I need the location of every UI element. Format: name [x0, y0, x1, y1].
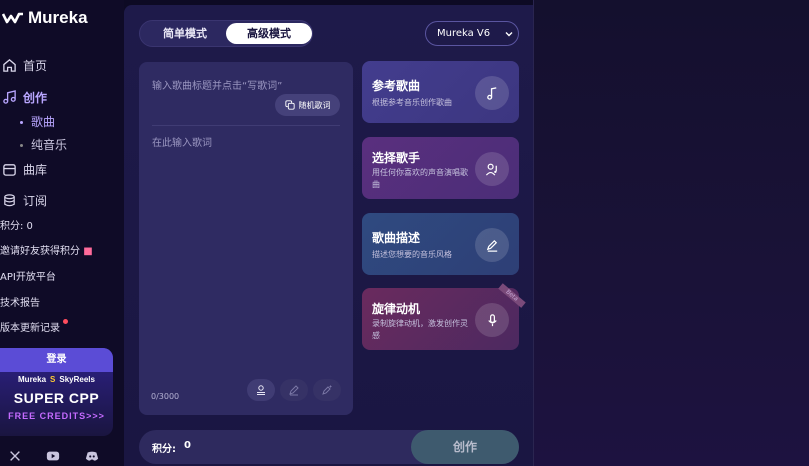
api-platform-link[interactable]: API开放平台 [0, 268, 56, 283]
bullet-icon [20, 144, 23, 147]
nav-library-label: 曲库 [23, 163, 48, 177]
random-lyrics-label: 随机歌词 [298, 100, 331, 110]
home-icon [3, 59, 16, 72]
card-melody-motif[interactable]: Beta 旋律动机 录制旋律动机，激发创作灵感 [362, 283, 526, 350]
nav-create-label: 创作 [23, 91, 48, 105]
mode-toggle: 简单模式 高级模式 [139, 20, 313, 47]
mode-simple-button[interactable]: 简单模式 [142, 23, 228, 44]
youtube-link[interactable] [46, 449, 60, 463]
structure-button[interactable] [247, 379, 275, 401]
card-melody-motif-desc: 录制旋律动机，激发创作灵感 [372, 319, 468, 340]
create-button[interactable]: 创作 [411, 430, 519, 464]
card-melody-motif-icon-button[interactable] [475, 303, 509, 337]
mureka-logo-icon [2, 12, 23, 24]
x-icon [10, 451, 20, 461]
random-lyrics-button[interactable]: 随机歌词 [275, 94, 340, 116]
chevron-down-icon [505, 31, 513, 36]
promo-banner[interactable]: 登录 Mureka S SkyReels SUPER CPP FREE CRED… [0, 348, 113, 436]
logo[interactable]: Mureka [2, 8, 88, 28]
nav-create[interactable]: 创作 [2, 89, 47, 106]
bullet-icon [20, 121, 23, 124]
music-note-icon [3, 90, 16, 104]
sub-item-instrumental[interactable]: 纯音乐 [20, 136, 67, 153]
tech-report-link[interactable]: 技术报告 [0, 294, 40, 309]
card-song-description-desc: 描述您想要的音乐风格 [372, 250, 452, 259]
song-structure-icon [257, 385, 265, 395]
editor-divider [152, 125, 340, 126]
card-select-singer-desc: 用任何你喜欢的声音演唱歌曲 [372, 168, 468, 189]
promo-brand-a: Mureka [18, 375, 47, 384]
notification-dot [63, 319, 68, 324]
discord-icon [85, 451, 99, 461]
credits-label: 积分: [152, 444, 176, 455]
pencil-icon [486, 239, 497, 252]
invite-friends-link[interactable]: 邀请好友获得积分 ■ [0, 242, 93, 257]
discord-link[interactable] [85, 449, 99, 463]
card-song-description[interactable]: 歌曲描述 描述您想要的音乐风格 [362, 213, 519, 275]
promo-headline: SUPER CPP [13, 390, 100, 406]
bottom-bar: 积分: 0 创作 [139, 430, 519, 464]
youtube-icon [46, 451, 60, 461]
nav-subscription[interactable]: 订阅 [2, 192, 47, 209]
card-reference-song[interactable]: 参考歌曲 根据参考音乐创作歌曲 [362, 61, 519, 123]
lyrics-input[interactable]: 在此输入歌词 [152, 134, 212, 149]
edit-button[interactable] [280, 379, 308, 401]
subscription-icon [4, 194, 15, 207]
card-select-singer[interactable]: 选择歌手 用任何你喜欢的声音演唱歌曲 [362, 137, 519, 199]
dice-icon [284, 100, 295, 110]
card-select-singer-title: 选择歌手 [372, 151, 421, 165]
lyrics-editor: 输入歌曲标题并点击“写歌词” 随机歌词 在此输入歌词 0/3000 [139, 62, 353, 415]
card-reference-song-icon-button[interactable] [475, 76, 509, 110]
mode-advanced-button[interactable]: 高级模式 [226, 23, 312, 44]
changelog-link[interactable]: 版本更新记录 [0, 319, 68, 334]
nav-home[interactable]: 首页 [2, 57, 47, 74]
changelog-label: 版本更新记录 [0, 323, 60, 334]
sub-item-instrumental-label: 纯音乐 [31, 138, 68, 152]
skyreels-icon: S [50, 375, 56, 384]
gift-icon: ■ [83, 246, 93, 257]
logo-text: Mureka [28, 8, 88, 27]
sub-item-songs-label: 歌曲 [31, 115, 56, 129]
nav-library[interactable]: 曲库 [2, 161, 47, 178]
preview-panel [533, 0, 809, 466]
promo-login-label: 登录 [0, 348, 113, 372]
microphone-icon [487, 313, 497, 326]
card-reference-song-desc: 根据参考音乐创作歌曲 [372, 98, 452, 107]
promo-brand-b: SkyReels [59, 375, 95, 384]
ai-write-button[interactable] [313, 379, 341, 401]
pencil-icon [289, 385, 299, 396]
promo-brands: Mureka S SkyReels [0, 375, 113, 384]
promo-subline: FREE CREDITS>>> [8, 411, 105, 421]
card-song-description-icon-button[interactable] [475, 228, 509, 262]
card-melody-motif-title: 旋律动机 [372, 302, 421, 316]
nav-subscription-label: 订阅 [23, 194, 48, 208]
music-note-icon [486, 86, 496, 100]
card-select-singer-icon-button[interactable] [475, 152, 509, 186]
ai-pencil-icon [322, 385, 332, 395]
card-song-description-title: 歌曲描述 [372, 231, 421, 245]
version-label: Mureka V6 [437, 28, 491, 39]
library-icon [3, 164, 16, 176]
song-title-input[interactable]: 输入歌曲标题并点击“写歌词” [152, 77, 282, 92]
credits-value: 0 [184, 440, 191, 451]
sidebar: Mureka 首页 创作 歌曲 纯音乐 曲库 订阅 积分: 0 邀请好友获得积分… [0, 0, 124, 466]
nav-home-label: 首页 [23, 59, 48, 73]
char-counter: 0/3000 [151, 392, 180, 401]
invite-friends-label: 邀请好友获得积分 [0, 246, 80, 257]
x-link[interactable] [8, 449, 22, 463]
sidebar-credits: 积分: 0 [0, 221, 33, 232]
version-select[interactable]: Mureka V6 [425, 21, 519, 46]
singer-icon [485, 163, 497, 176]
card-reference-song-title: 参考歌曲 [372, 79, 421, 93]
sub-item-songs[interactable]: 歌曲 [20, 113, 55, 130]
